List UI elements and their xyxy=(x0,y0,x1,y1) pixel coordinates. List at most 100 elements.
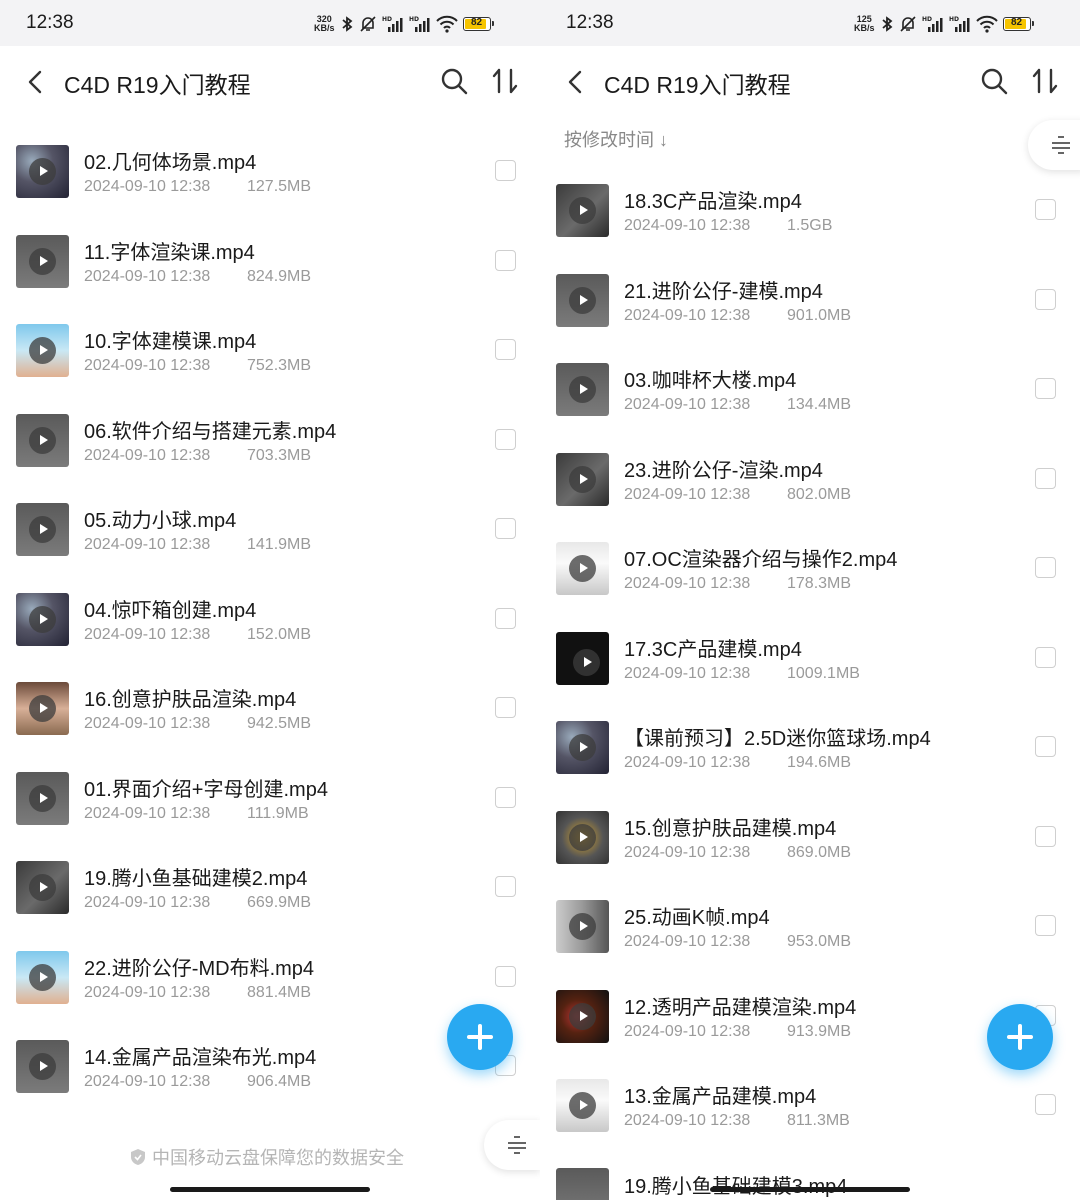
file-size: 824.9MB xyxy=(247,267,312,285)
home-indicator[interactable] xyxy=(170,1187,370,1192)
select-checkbox[interactable] xyxy=(495,876,516,897)
play-icon xyxy=(29,158,56,185)
file-size: 127.5MB xyxy=(247,178,312,195)
home-indicator[interactable] xyxy=(710,1187,910,1192)
play-icon xyxy=(29,963,56,991)
list-item[interactable]: 25.动画K帧.mp4 2024-09-10 12:38 953.0MB xyxy=(540,900,1080,990)
select-checkbox[interactable] xyxy=(1035,646,1056,668)
list-item[interactable]: 【课前预习】2.5D迷你篮球场.mp4 2024-09-10 12:38 194.6… xyxy=(540,721,1080,811)
select-checkbox[interactable] xyxy=(1035,378,1056,399)
select-checkbox[interactable] xyxy=(1035,915,1056,936)
list-item[interactable]: 06.软件介绍与搭建元素.mp4 2024-09-10 12:38 703.3MB xyxy=(0,413,540,504)
list-item[interactable]: 15.创意护肤品建模.mp4 2024-09-10 12:38 869.0MB xyxy=(540,810,1080,901)
plus-icon[interactable] xyxy=(987,1004,1053,1070)
play-icon xyxy=(569,376,596,403)
select-checkbox[interactable] xyxy=(495,249,516,271)
video-thumbnail xyxy=(16,592,69,646)
file-name: 04.惊吓箱创建.mp4 xyxy=(84,599,257,622)
status-bar: 12:38 125 KB/s HD HD 82 xyxy=(540,0,1080,46)
select-checkbox[interactable] xyxy=(1035,1094,1056,1115)
video-thumbnail xyxy=(556,1079,609,1132)
list-item[interactable]: 11.字体渲染课.mp4 2024-09-10 12:38 824.9MB xyxy=(0,234,540,325)
list-item[interactable]: 23.进阶公仔-渲染.mp4 2024-09-10 12:38 802.0MB xyxy=(540,452,1080,543)
select-checkbox[interactable] xyxy=(1035,557,1056,578)
play-icon xyxy=(569,465,596,493)
list-item[interactable]: 02.几何体场景.mp4 2024-09-10 12:38 127.5MB xyxy=(0,145,540,235)
sort-icon[interactable] xyxy=(490,67,520,95)
chevron-left-icon[interactable] xyxy=(562,68,590,96)
file-name: 01.界面介绍+字母创建.mp4 xyxy=(84,778,328,801)
plus-icon[interactable] xyxy=(447,1004,513,1070)
list-item[interactable]: 10.字体建模课.mp4 2024-09-10 12:38 752.3MB xyxy=(0,324,540,414)
video-thumbnail xyxy=(16,1040,69,1093)
file-size: 906.4MB xyxy=(247,1073,312,1090)
select-checkbox[interactable] xyxy=(1035,467,1056,489)
list-item[interactable]: 05.动力小球.mp4 2024-09-10 12:38 141.9MB xyxy=(0,503,540,593)
select-checkbox[interactable] xyxy=(1035,199,1056,220)
net-speed: 320 KB/s xyxy=(314,15,335,33)
list-item[interactable]: 04.惊吓箱创建.mp4 2024-09-10 12:38 152.0MB xyxy=(0,592,540,683)
list-item[interactable]: 18.3C产品渲染.mp4 2024-09-10 12:38 1.5GB xyxy=(540,184,1080,274)
file-name: 23.进阶公仔-渲染.mp4 xyxy=(624,459,823,482)
bell-muted-icon xyxy=(899,16,916,32)
file-name: 15.创意护肤品建模.mp4 xyxy=(624,817,837,840)
sort-icon[interactable] xyxy=(1030,67,1060,95)
play-icon xyxy=(29,695,56,722)
list-item[interactable]: 03.咖啡杯大楼.mp4 2024-09-10 12:38 134.4MB xyxy=(540,363,1080,453)
battery-icon: 82 xyxy=(462,17,494,31)
select-checkbox[interactable] xyxy=(495,965,516,987)
play-icon xyxy=(569,913,596,940)
play-icon xyxy=(569,555,596,582)
page-title: C4D R19入门教程 xyxy=(64,72,251,98)
video-thumbnail xyxy=(16,682,69,735)
list-item[interactable]: 19.腾小鱼基础建模2.mp4 2024-09-10 12:38 669.9MB xyxy=(0,861,540,951)
file-date: 2024-09-10 12:38 xyxy=(624,217,751,234)
status-time: 12:38 xyxy=(566,12,614,33)
select-checkbox[interactable] xyxy=(1035,288,1056,310)
file-size: 111.9MB xyxy=(247,804,309,822)
filter-lines-icon[interactable] xyxy=(1028,120,1080,170)
play-icon xyxy=(29,1053,56,1080)
svg-text:HD: HD xyxy=(922,16,932,23)
file-size: 942.5MB xyxy=(247,715,312,732)
select-checkbox[interactable] xyxy=(1035,736,1056,757)
signal-hd-icon: HD xyxy=(382,16,403,32)
file-date: 2024-09-10 12:38 xyxy=(624,396,751,413)
file-size: 178.3MB xyxy=(787,575,852,592)
security-note: 中国移动云盘保障您的数据安全 xyxy=(130,1144,404,1170)
play-icon xyxy=(29,784,56,812)
select-checkbox[interactable] xyxy=(495,518,516,539)
select-checkbox[interactable] xyxy=(495,607,516,629)
file-date: 2024-09-10 12:38 xyxy=(84,446,211,464)
file-name: 13.金属产品建模.mp4 xyxy=(624,1086,817,1108)
select-checkbox[interactable] xyxy=(495,697,516,718)
list-item[interactable]: 01.界面介绍+字母创建.mp4 2024-09-10 12:38 111.9MB xyxy=(0,771,540,862)
list-item[interactable]: 16.创意护肤品渲染.mp4 2024-09-10 12:38 942.5MB xyxy=(0,682,540,772)
search-icon[interactable] xyxy=(440,67,468,95)
app-header: C4D R19入门教程 xyxy=(540,46,1080,118)
list-item[interactable]: 17.3C产品建模.mp4 2024-09-10 12:38 1009.1MB xyxy=(540,631,1080,722)
svg-text:HD: HD xyxy=(382,16,392,23)
signal-hd-icon: HD xyxy=(922,16,943,32)
list-item[interactable]: 21.进阶公仔-建模.mp4 2024-09-10 12:38 901.0MB xyxy=(540,273,1080,364)
video-thumbnail xyxy=(16,950,69,1004)
search-icon[interactable] xyxy=(980,67,1008,95)
list-item[interactable]: 07.OC渲染器介绍与操作2.mp4 2024-09-10 12:38 178.3M… xyxy=(540,542,1080,632)
select-checkbox[interactable] xyxy=(495,786,516,808)
video-thumbnail xyxy=(16,503,69,556)
play-icon xyxy=(29,605,56,633)
select-checkbox[interactable] xyxy=(495,428,516,450)
file-size: 802.0MB xyxy=(787,485,852,503)
chevron-left-icon[interactable] xyxy=(22,68,50,96)
file-name: 21.进阶公仔-建模.mp4 xyxy=(624,280,823,303)
select-checkbox[interactable] xyxy=(495,339,516,360)
net-speed-unit: KB/s xyxy=(854,23,875,33)
select-checkbox[interactable] xyxy=(495,160,516,181)
list-item-partial[interactable]: 19.腾小鱼基础建模3.mp4 xyxy=(540,1168,1080,1200)
list-item[interactable]: 13.金属产品建模.mp4 2024-09-10 12:38 811.3MB xyxy=(540,1079,1080,1169)
video-thumbnail xyxy=(556,542,609,595)
filter-lines-icon[interactable] xyxy=(484,1120,540,1170)
file-size: 881.4MB xyxy=(247,983,312,1001)
select-checkbox[interactable] xyxy=(1035,825,1056,847)
sort-order-label[interactable]: 按修改时间 ↓ xyxy=(564,126,668,152)
